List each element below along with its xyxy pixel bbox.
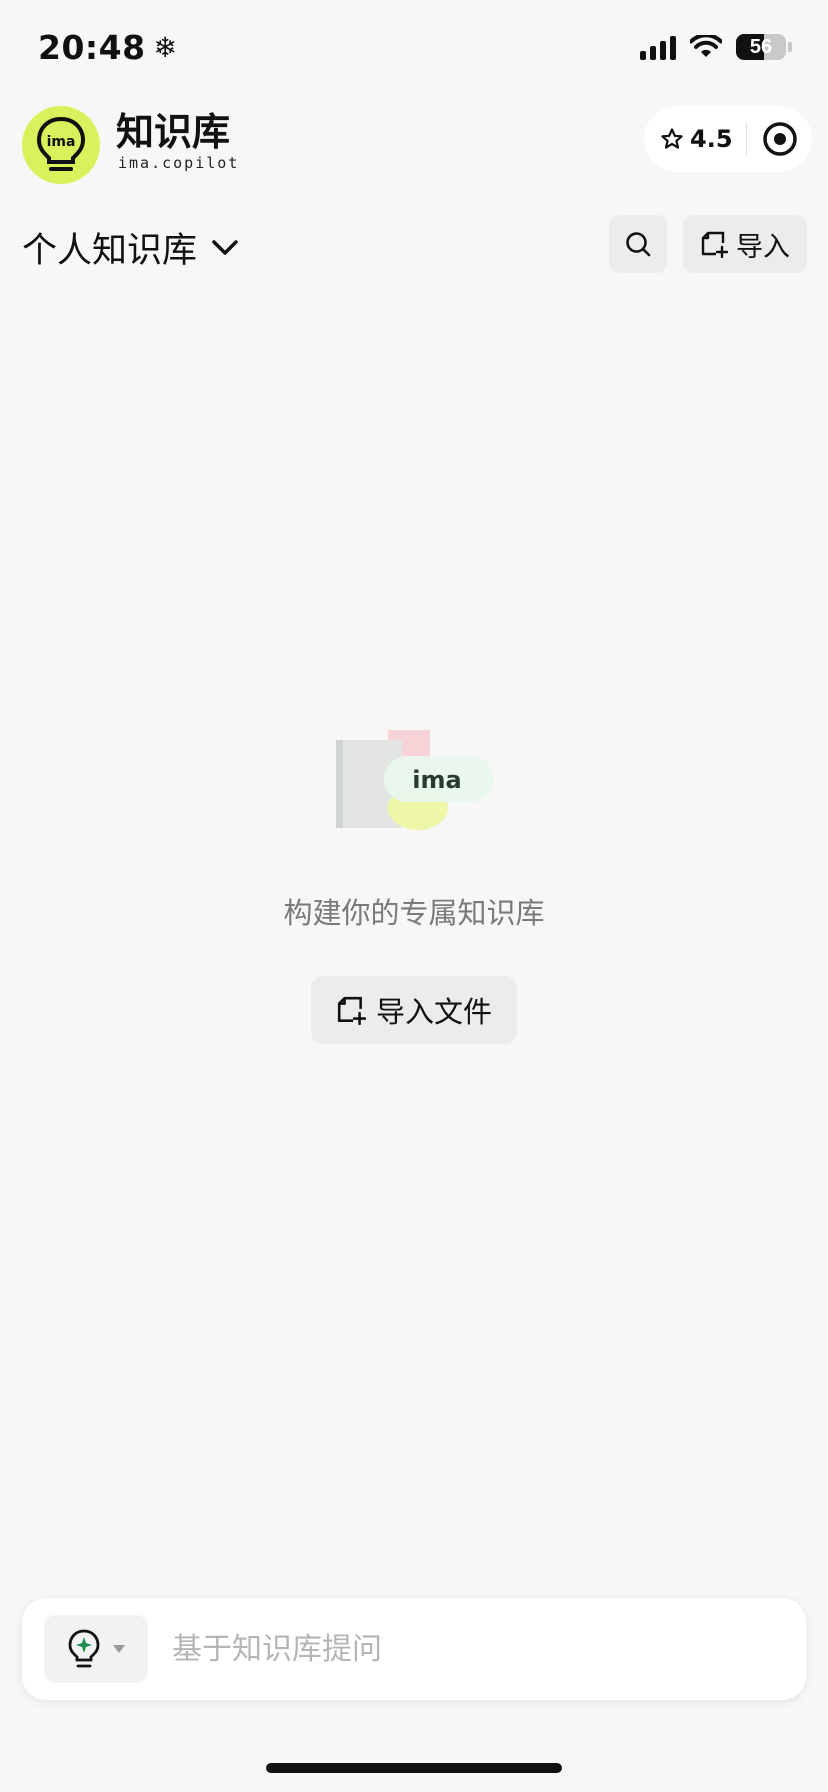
status-bar-time: 20:48 ❄	[38, 28, 178, 67]
status-bar-indicators: 56	[640, 34, 792, 60]
chevron-down-icon	[212, 239, 238, 255]
file-add-icon	[701, 231, 728, 258]
battery-icon: 56	[736, 34, 786, 60]
kb-name: 个人知识库	[22, 231, 198, 271]
app-logo: ima	[22, 106, 100, 184]
target-icon	[762, 122, 797, 156]
rating-value: 4.5	[690, 125, 733, 153]
cellular-signal-icon	[640, 34, 676, 60]
import-button[interactable]: 导入	[683, 215, 807, 273]
rating-button[interactable]: 4.5	[644, 125, 740, 153]
ask-mode-selector[interactable]	[44, 1615, 148, 1683]
battery-level: 56	[749, 35, 773, 58]
import-label: 导入	[736, 231, 790, 263]
caret-down-icon	[113, 1645, 125, 1653]
illustration-text: ima	[412, 766, 461, 794]
snowflake-icon: ❄	[153, 31, 178, 64]
file-add-icon	[337, 996, 366, 1025]
empty-state-message: 构建你的专属知识库	[283, 896, 545, 930]
lightbulb-logo-icon: ima	[36, 116, 86, 171]
wifi-icon	[690, 35, 722, 57]
search-button[interactable]	[609, 215, 667, 273]
app-subtitle: ima.copilot	[118, 154, 240, 172]
search-icon	[626, 232, 651, 257]
header-action-pill: 4.5	[644, 106, 812, 172]
time-text: 20:48	[38, 28, 146, 67]
target-button[interactable]	[747, 121, 812, 157]
battery-cap	[788, 42, 792, 52]
knowledge-base-selector[interactable]: 个人知识库	[22, 222, 239, 273]
logo-text: ima	[47, 134, 76, 150]
import-file-label: 导入文件	[375, 995, 492, 1029]
star-icon	[661, 128, 683, 149]
ask-bar	[22, 1598, 806, 1700]
ask-input[interactable]	[170, 1630, 774, 1668]
sparkle-bulb-icon	[68, 1629, 100, 1668]
home-indicator[interactable]	[266, 1763, 562, 1773]
empty-state-illustration: ima	[336, 730, 494, 830]
import-file-button[interactable]: 导入文件	[311, 976, 517, 1044]
app-title: 知识库	[116, 110, 231, 154]
